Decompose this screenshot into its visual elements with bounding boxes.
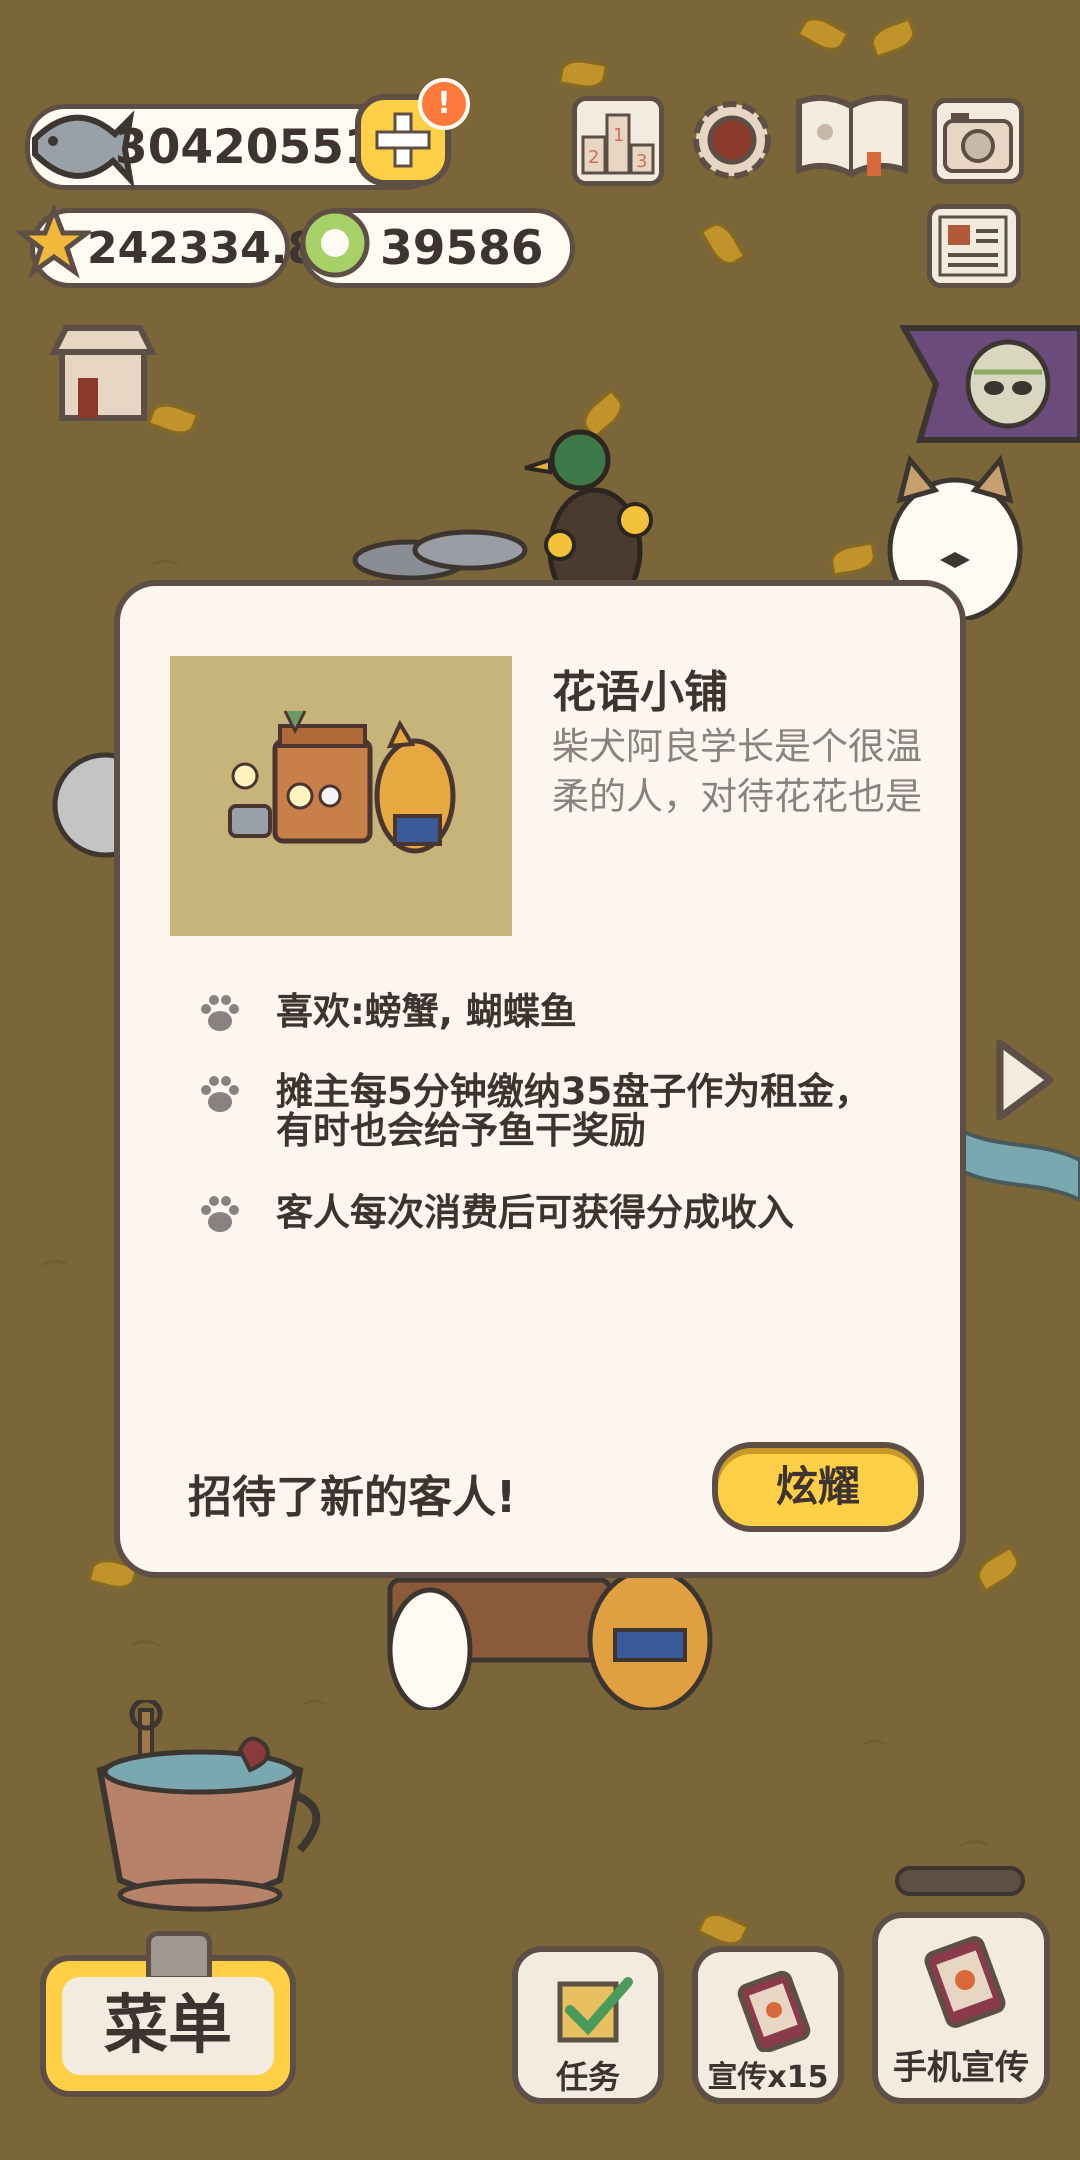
- event-banner[interactable]: [898, 322, 1080, 448]
- menu-button-clip: [146, 1931, 212, 1981]
- shop-description-line1: 柴犬阿良学长是个很温: [552, 725, 922, 768]
- flower-shop-illustration: [228, 710, 456, 854]
- feature-rent-line2: 有时也会给予鱼干奖励: [276, 1109, 646, 1152]
- settings-button[interactable]: [686, 94, 778, 186]
- feature-likes: 喜欢:螃蟹, 蝴蝶鱼: [276, 990, 577, 1033]
- menu-button[interactable]: 菜单: [40, 1931, 296, 2097]
- shop-icon: [49, 325, 157, 421]
- feature-income: 客人每次消费后可获得分成收入: [276, 1191, 794, 1234]
- duck-character: [524, 429, 653, 600]
- ranking-button[interactable]: 2 1 3: [572, 96, 664, 186]
- svg-text:2: 2: [588, 147, 599, 168]
- mummy-cat-icon: [898, 325, 1080, 443]
- promo-label: 宣传x15: [707, 2060, 829, 2095]
- show-off-label: 炫耀: [775, 1462, 860, 1511]
- podium-icon: 2 1 3: [581, 113, 655, 175]
- camera-button[interactable]: [932, 98, 1024, 184]
- shop-title: 花语小铺: [552, 667, 728, 718]
- shop-description-line2: 柔的人，对待花花也是: [552, 775, 922, 818]
- menu-label: 菜单: [104, 1989, 232, 2063]
- alert-badge: !: [418, 78, 470, 130]
- shop-image: [170, 656, 512, 936]
- stream: [960, 1127, 1080, 1203]
- star-currency-pill: 242334.8: [17, 205, 318, 288]
- show-off-button[interactable]: 炫耀: [712, 1442, 924, 1532]
- coin-currency-pill: 39586: [300, 208, 575, 288]
- phone-icon: [924, 1936, 1006, 2028]
- phone-icon: [737, 1970, 811, 2052]
- phone-promo-button[interactable]: 手机宣传: [872, 1912, 1050, 2104]
- new-guest-message: 招待了新的客人!: [188, 1472, 517, 1523]
- camera-icon: [943, 113, 1013, 173]
- coin-icon: [300, 208, 370, 278]
- star-count: 242334.8: [87, 222, 319, 274]
- menu-button-inner: 菜单: [62, 1977, 274, 2075]
- phone-promo-indicator: [895, 1866, 1025, 1896]
- news-button[interactable]: [927, 204, 1021, 288]
- guide-book-button[interactable]: [793, 92, 911, 184]
- star-icon: [17, 205, 91, 279]
- shop-info-dialog: 花语小铺 柴犬阿良学长是个很温 柔的人，对待花花也是 喜欢:螃蟹, 蝴蝶鱼 摊主…: [114, 580, 966, 1578]
- checklist-icon: [557, 1977, 633, 2043]
- next-arrow-button[interactable]: [990, 1035, 1060, 1125]
- svg-text:1: 1: [613, 125, 624, 146]
- rock: [52, 752, 120, 858]
- tasks-button[interactable]: 任务: [512, 1946, 664, 2104]
- tasks-label: 任务: [555, 2058, 620, 2096]
- paw-icon: [201, 995, 239, 1031]
- paw-icon: [201, 1076, 239, 1112]
- svg-text:3: 3: [636, 151, 647, 172]
- phone-promo-label: 手机宣传: [893, 2048, 1029, 2088]
- newspaper-icon: [938, 215, 1008, 277]
- gear-icon: [693, 101, 771, 179]
- promo-button[interactable]: 宣传x15: [692, 1946, 844, 2104]
- shop-button[interactable]: [48, 322, 158, 426]
- paw-icon: [201, 1196, 239, 1232]
- book-icon: [796, 94, 908, 178]
- feature-rent-line1: 摊主每5分钟缴纳35盘子作为租金，: [276, 1070, 872, 1113]
- coin-count: 39586: [380, 220, 544, 276]
- teacup-decoration: [96, 1700, 321, 1912]
- chevron-right-icon: [996, 1039, 1054, 1121]
- shop-stall-bottom: [387, 1567, 713, 1710]
